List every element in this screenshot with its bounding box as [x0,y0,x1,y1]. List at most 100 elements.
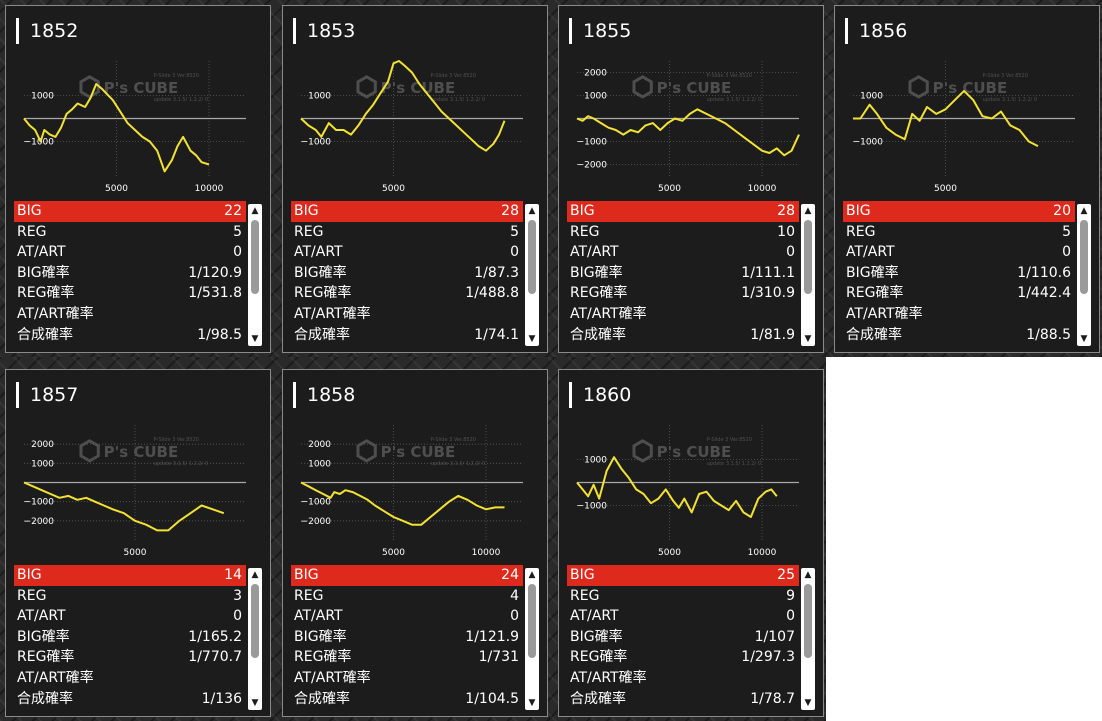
scroll-thumb[interactable] [804,220,812,294]
scroll-down-arrow-icon[interactable]: ▼ [1077,333,1091,345]
machine-number: 1858 [293,382,355,408]
cube-logo-icon [632,439,653,463]
stat-value: 9 [786,587,795,604]
stats-table: BIG 24 REG 4 AT/ART 0 BIG確率 1/121.9 REG確率 1/731 AT… [291,565,523,709]
stat-value: 1/88.5 [1026,326,1071,343]
scroll-down-arrow-icon[interactable]: ▼ [525,333,539,345]
scroll-down-arrow-icon[interactable]: ▼ [525,697,539,709]
scroll-thumb[interactable] [1080,220,1088,294]
machine-card[interactable]: 1852 P's CUBE P-Slide 3 Ver.8520 update 3.1… [5,5,271,353]
scroll-down-arrow-icon[interactable]: ▼ [801,697,815,709]
watermark-line2: update 3.1.5/ 1.2.2/ 0 [431,461,485,467]
x-tick-label: 5000 [105,184,128,194]
stat-label: BIG確率 [294,628,347,645]
y-tick-label: −2000 [577,161,608,171]
machine-card[interactable]: 1855 P's CUBE P-Slide 3 Ver.8520 update 3.1… [558,5,824,353]
watermark-line1: P-Slide 3 Ver.8520 [431,437,476,443]
stats-scrollbar[interactable]: ▲ ▼ [525,568,539,710]
stat-label: AT/ART [294,608,343,625]
x-tick-label: 5000 [658,184,681,194]
scroll-down-arrow-icon[interactable]: ▼ [801,333,815,345]
slump-graph: P's CUBEP-Slide 3 Ver.8520update 3.1.5/ … [23,61,246,194]
stat-value: 5 [510,223,519,240]
scroll-up-arrow-icon[interactable]: ▲ [525,205,539,217]
stat-value: 1/74.1 [474,326,519,343]
scroll-thumb[interactable] [804,584,812,658]
stats-scrollbar[interactable]: ▲ ▼ [525,204,539,346]
scroll-up-arrow-icon[interactable]: ▲ [248,569,262,581]
watermark-brand: P's CUBE [933,79,1008,97]
stat-row-at-art-prob: AT/ART確率 [14,304,246,325]
y-tick-label: 1000 [31,92,54,102]
scroll-thumb[interactable] [251,220,259,294]
stat-label: 合成確率 [17,326,73,343]
stat-row-at-art: AT/ART 0 [567,606,799,627]
scroll-down-arrow-icon[interactable]: ▼ [248,333,262,345]
machine-card[interactable]: 1858 P's CUBE P-Slide 3 Ver.8520 update 3.1… [282,369,548,717]
slump-graph: P's CUBEP-Slide 3 Ver.8520update 3.1.5/ … [300,60,523,194]
stat-label: REG [294,223,324,240]
stat-label: 合成確率 [294,690,350,707]
scroll-thumb[interactable] [251,584,259,658]
stat-label: 合成確率 [570,326,626,343]
stat-label: REG [570,587,600,604]
stat-label: AT/ART確率 [846,305,923,322]
scroll-up-arrow-icon[interactable]: ▲ [801,205,815,217]
watermark: P's CUBEP-Slide 3 Ver.8520 update 3.1.5/ … [632,437,761,467]
stat-label: AT/ART確率 [570,305,647,322]
stat-value: 0 [510,608,519,625]
machine-card[interactable]: 1856 P's CUBE P-Slide 3 Ver.8520 update 3.1… [834,5,1100,353]
stat-label: BIG [846,203,871,219]
watermark: P's CUBEP-Slide 3 Ver.8520 update 3.1.5/ … [908,73,1037,103]
machine-card[interactable]: 1860 P's CUBE P-Slide 3 Ver.8520 update 3.1… [558,369,824,717]
stat-label: REG確率 [570,649,628,666]
stat-label: AT/ART確率 [294,669,371,686]
stat-row-big-prob: BIG確率 1/165.2 [14,627,246,648]
scroll-thumb[interactable] [528,584,536,658]
y-tick-label: −2000 [24,517,55,527]
stat-value: 10 [777,223,795,240]
machine-card[interactable]: 1857 P's CUBE P-Slide 3 Ver.8520 update 3.1… [5,369,271,717]
scroll-up-arrow-icon[interactable]: ▲ [248,205,262,217]
stat-row-reg-prob: REG確率 1/310.9 [567,283,799,304]
watermark-line2: update 3.1.5/ 1.2.2/ 0 [431,97,485,103]
slump-graph: P's CUBEP-Slide 3 Ver.8520update 3.1.5/ … [577,61,800,194]
stats-scrollbar[interactable]: ▲ ▼ [801,568,815,710]
stat-label: BIG [294,203,319,219]
stat-value: 0 [786,244,795,261]
slump-graph: P's CUBEP-Slide 3 Ver.8520update 3.1.5/ … [853,61,1075,194]
stat-row-combined-prob: 合成確率 1/78.7 [567,689,799,710]
scroll-thumb[interactable] [528,220,536,294]
watermark-line2: update 3.1.5/ 1.2.2/ 0 [154,97,208,103]
stat-label: REG [17,223,47,240]
stats-table: BIG 28 REG 5 AT/ART 0 BIG確率 1/87.3 REG確率 1/488.8 A… [291,201,523,345]
scroll-up-arrow-icon[interactable]: ▲ [1077,205,1091,217]
stat-label: 合成確率 [294,326,350,343]
stat-value: 1/98.5 [197,326,242,343]
stat-label: BIG確率 [570,264,623,281]
stats-scrollbar[interactable]: ▲ ▼ [801,204,815,346]
stat-label: REG確率 [17,649,75,666]
stat-row-combined-prob: 合成確率 1/136 [14,689,246,710]
stat-label: BIG [17,567,42,583]
stat-row-big-prob: BIG確率 1/120.9 [14,263,246,284]
stat-row-reg: REG 4 [291,586,523,607]
stats-scrollbar[interactable]: ▲ ▼ [248,568,262,710]
scroll-up-arrow-icon[interactable]: ▲ [801,569,815,581]
stat-label: BIG [570,567,595,583]
y-tick-label: −1000 [301,138,332,148]
y-tick-label: 1000 [860,92,883,102]
watermark-line2: update 3.1.5/ 1.2.2/ 0 [983,97,1037,103]
stats-scrollbar[interactable]: ▲ ▼ [1077,204,1091,346]
scroll-up-arrow-icon[interactable]: ▲ [525,569,539,581]
stat-value: 1/310.9 [741,285,795,302]
stat-label: REG確率 [294,285,352,302]
stats-scrollbar[interactable]: ▲ ▼ [248,204,262,346]
stat-row-big: BIG 28 [291,201,523,222]
stat-row-at-art: AT/ART 0 [14,606,246,627]
scroll-down-arrow-icon[interactable]: ▼ [248,697,262,709]
watermark-line1: P-Slide 3 Ver.8520 [431,73,476,79]
stat-row-at-art-prob: AT/ART確率 [291,304,523,325]
machine-card[interactable]: 1853 P's CUBE P-Slide 3 Ver.8520 update 3.1… [282,5,548,353]
stat-row-big: BIG 28 [567,201,799,222]
